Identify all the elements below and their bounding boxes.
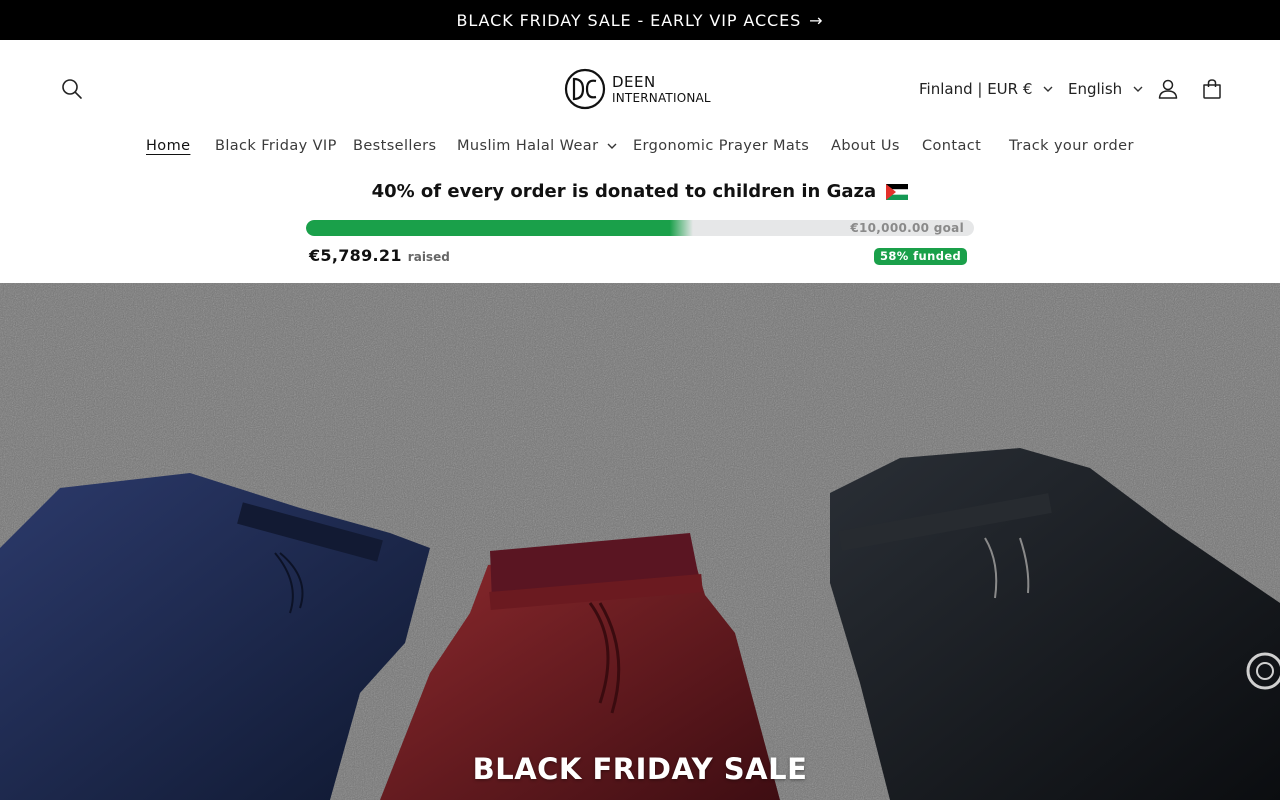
raised-amount: €5,789.21 xyxy=(309,246,402,265)
cart-icon xyxy=(1203,79,1221,99)
nav-item-track-order[interactable]: Track your order xyxy=(1009,138,1134,154)
logo-mark-icon xyxy=(564,68,606,110)
chevron-down-icon xyxy=(1133,86,1143,92)
arrow-right-icon: → xyxy=(809,10,824,30)
donation-heading: 40% of every order is donated to childre… xyxy=(0,181,1280,202)
chevron-down-icon xyxy=(1043,86,1053,92)
nav-item-ergonomic-prayer-mats[interactable]: Ergonomic Prayer Mats xyxy=(633,138,809,154)
search-icon xyxy=(62,79,82,99)
account-button[interactable] xyxy=(1148,69,1188,109)
donation-progress-bar: €10,000.00 goal xyxy=(306,220,974,236)
announcement-link[interactable]: BLACK FRIDAY SALE - EARLY VIP ACCES → xyxy=(457,11,824,30)
country-currency-selector[interactable]: Finland | EUR € xyxy=(919,77,1054,101)
donation-title: 40% of every order is donated to childre… xyxy=(371,181,877,202)
language-selector[interactable]: English xyxy=(1068,77,1144,101)
nav-item-muslim-halal-wear-label: Muslim Halal Wear xyxy=(457,138,599,154)
language-selector-label: English xyxy=(1068,80,1123,98)
main-navigation: Home Black Friday VIP Bestsellers Muslim… xyxy=(0,138,1280,164)
donation-progress-fill xyxy=(306,220,694,236)
donation-goal: €10,000.00 goal xyxy=(850,221,964,235)
raised-label: raised xyxy=(407,250,450,264)
cart-button[interactable] xyxy=(1192,69,1232,109)
nav-item-black-friday-vip[interactable]: Black Friday VIP xyxy=(215,138,337,154)
hero-banner[interactable]: BLACK FRIDAY SALE xyxy=(0,283,1280,800)
donation-tracker: 40% of every order is donated to childre… xyxy=(0,178,1280,282)
nav-item-contact[interactable]: Contact xyxy=(922,138,981,154)
site-header: DEEN INTERNATIONAL Finland | EUR € Engli… xyxy=(0,40,1280,140)
country-selector-label: Finland | EUR € xyxy=(919,80,1033,98)
nav-item-about-us[interactable]: About Us xyxy=(831,138,900,154)
logo-line-1: DEEN xyxy=(612,72,656,91)
logo-line-2: INTERNATIONAL xyxy=(612,90,711,105)
announcement-text: BLACK FRIDAY SALE - EARLY VIP ACCES xyxy=(456,10,802,30)
site-logo[interactable]: DEEN INTERNATIONAL xyxy=(564,67,716,111)
nav-item-muslim-halal-wear[interactable]: Muslim Halal Wear xyxy=(457,138,618,154)
funded-badge: 58% funded xyxy=(874,248,968,265)
chevron-down-icon xyxy=(607,143,617,149)
hero-image xyxy=(0,283,1280,800)
logo-wordmark: DEEN INTERNATIONAL xyxy=(612,72,711,105)
account-icon xyxy=(1158,79,1178,99)
donation-raised: €5,789.21 raised xyxy=(309,246,450,265)
search-button[interactable] xyxy=(52,69,92,109)
hero-title: BLACK FRIDAY SALE xyxy=(472,752,808,786)
announcement-bar: BLACK FRIDAY SALE - EARLY VIP ACCES → xyxy=(0,0,1280,40)
palestine-flag-icon xyxy=(886,184,909,200)
nav-item-bestsellers[interactable]: Bestsellers xyxy=(353,138,436,154)
nav-item-home[interactable]: Home xyxy=(146,138,190,154)
